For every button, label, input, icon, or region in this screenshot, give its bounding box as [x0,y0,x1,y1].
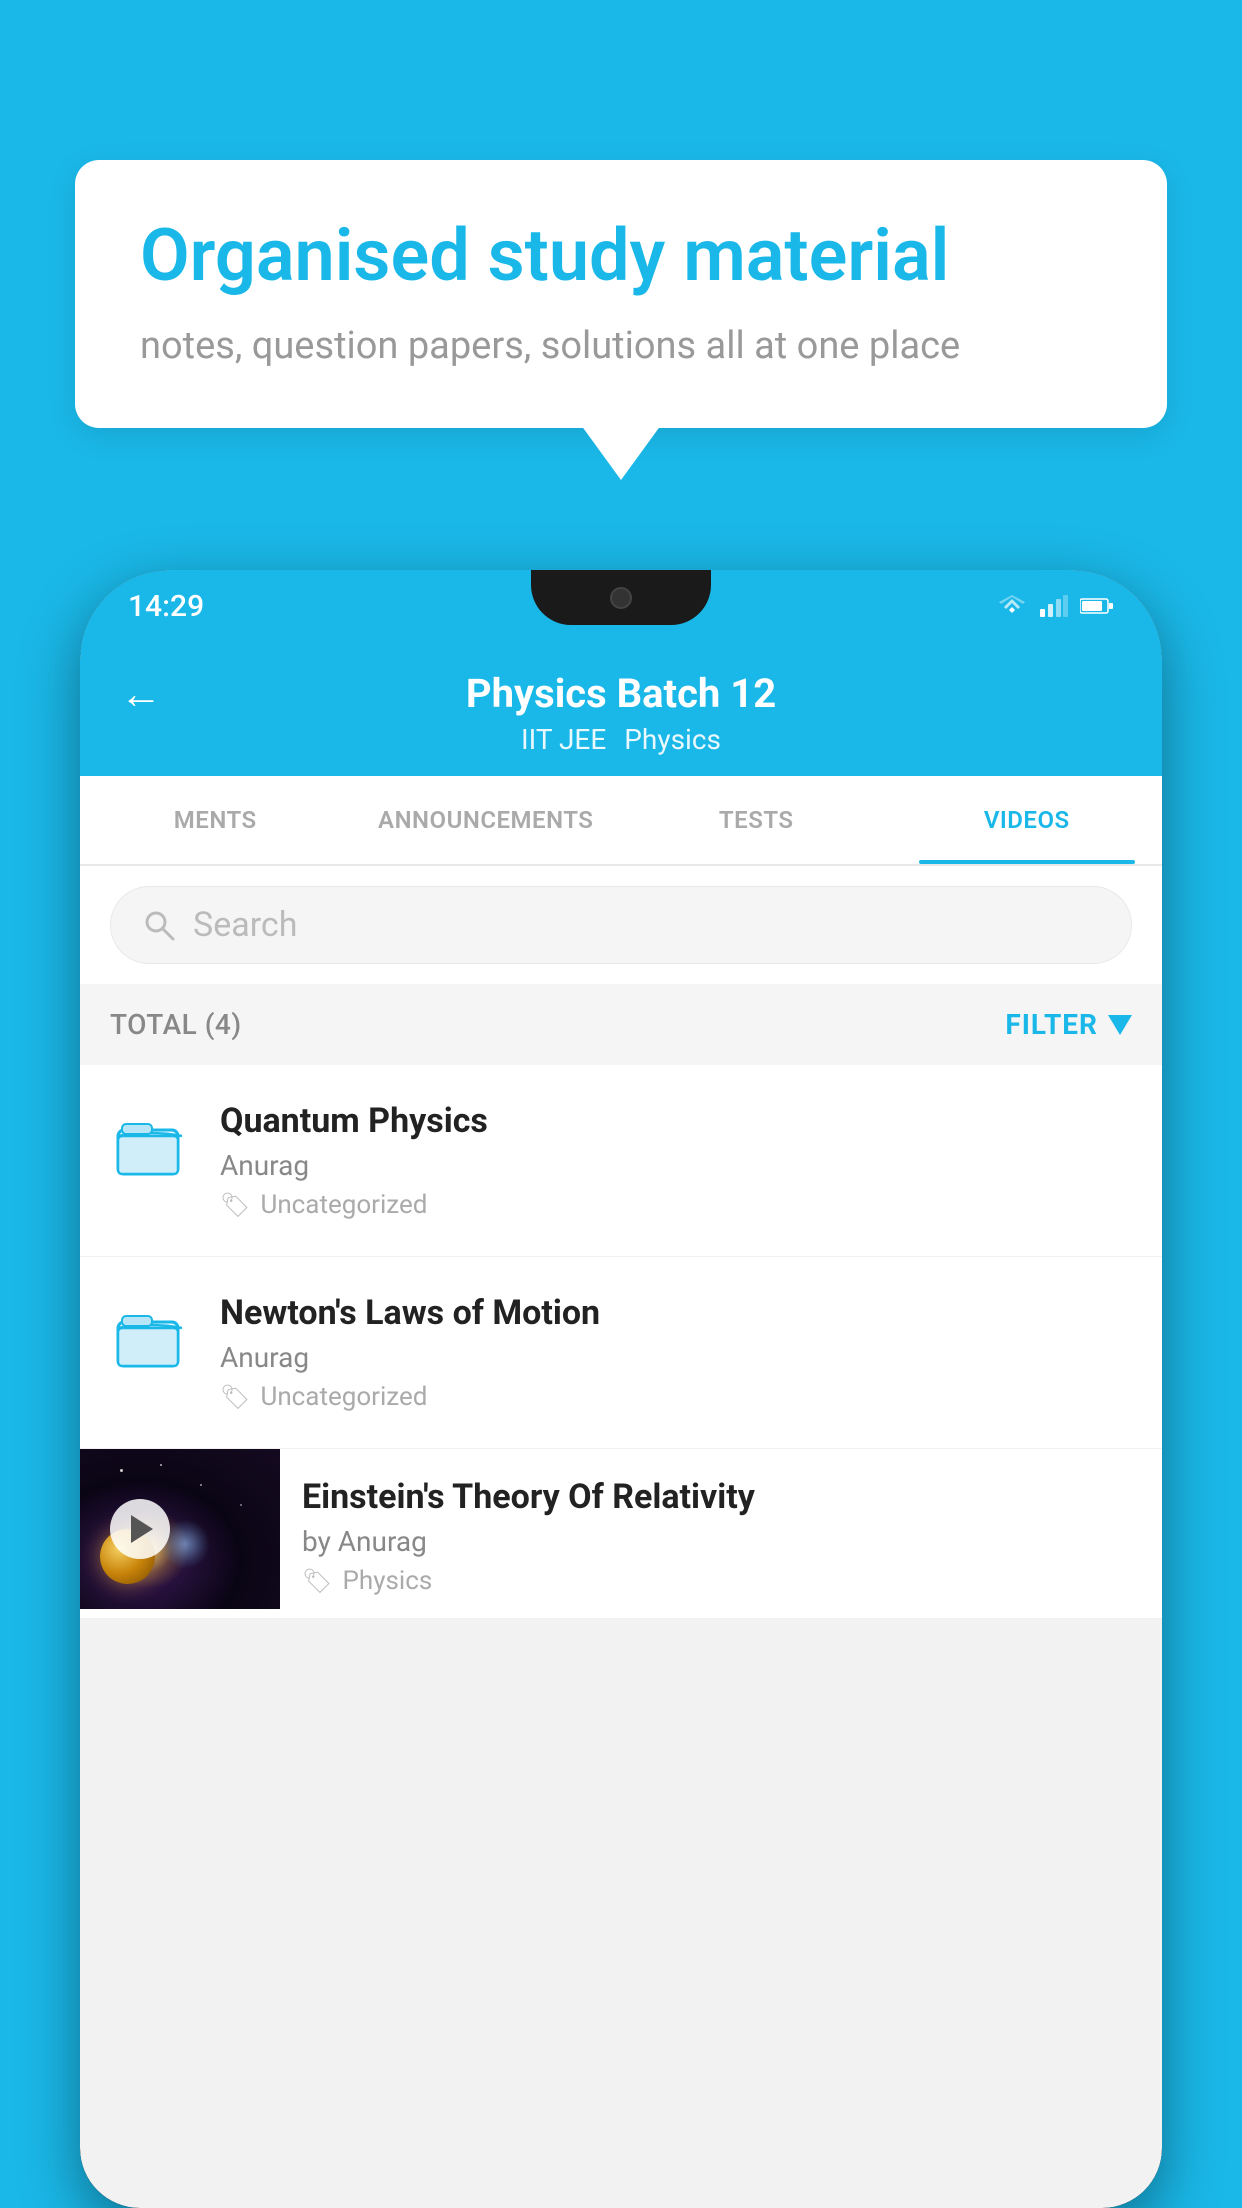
item-author: Anurag [220,1149,1132,1182]
speech-bubble-title: Organised study material [140,215,1102,298]
item-author: by Anurag [302,1525,1140,1558]
item-tag: 🏷 Uncategorized [220,1190,1132,1220]
author-prefix: by [302,1525,331,1558]
folder-icon-container [110,1293,190,1383]
status-icons [996,595,1114,617]
tag-label: Physics [342,1566,432,1596]
tag-icon: 🏷 [220,1191,250,1219]
thumbnail-bg [80,1449,280,1609]
search-bar[interactable]: Search [110,886,1132,964]
status-bar: 14:29 [80,570,1162,642]
tab-ments[interactable]: MENTS [80,776,351,864]
item-title: Newton's Laws of Motion [220,1293,1132,1333]
battery-icon [1080,597,1114,615]
speech-bubble-card: Organised study material notes, question… [75,160,1167,428]
tab-bar: MENTS ANNOUNCEMENTS TESTS VIDEOS [80,776,1162,866]
list-item[interactable]: Newton's Laws of Motion Anurag 🏷 Uncateg… [80,1257,1162,1449]
app-header: ← Physics Batch 12 IIT JEE Physics [80,642,1162,776]
author-name: Anurag [338,1525,427,1558]
item-content: Einstein's Theory Of Relativity by Anura… [280,1449,1162,1618]
front-camera [610,587,632,609]
filter-icon [1108,1015,1132,1035]
signal-icon [1040,595,1068,617]
filter-label: FILTER [1005,1008,1098,1041]
tab-videos[interactable]: VIDEOS [892,776,1163,864]
list-item[interactable]: Einstein's Theory Of Relativity by Anura… [80,1449,1162,1619]
item-author: Anurag [220,1341,1132,1374]
header-subtitle: IIT JEE Physics [521,723,721,756]
tag-icon: 🏷 [220,1383,250,1411]
list-item[interactable]: Quantum Physics Anurag 🏷 Uncategorized [80,1065,1162,1257]
item-tag: 🏷 Physics [302,1566,1140,1596]
filter-button[interactable]: FILTER [1005,1008,1132,1041]
tab-announcements[interactable]: ANNOUNCEMENTS [351,776,622,864]
total-count: TOTAL (4) [110,1008,242,1041]
item-content: Newton's Laws of Motion Anurag 🏷 Uncateg… [220,1293,1132,1412]
item-title: Einstein's Theory Of Relativity [302,1477,1140,1517]
back-button[interactable]: ← [120,670,162,719]
tag-icon: 🏷 [302,1567,332,1595]
item-tag: 🏷 Uncategorized [220,1382,1132,1412]
tag-label: Uncategorized [260,1382,427,1412]
search-placeholder: Search [193,905,297,945]
header-subtitle-subject: Physics [624,723,721,756]
tag-label: Uncategorized [260,1190,427,1220]
header-subtitle-course: IIT JEE [521,723,606,756]
content-list: Quantum Physics Anurag 🏷 Uncategorized [80,1065,1162,1619]
wifi-icon [996,595,1028,617]
folder-icon [114,1112,186,1180]
play-icon [131,1515,153,1543]
phone-screen: 14:29 [80,570,1162,2208]
notch [531,570,711,625]
video-thumbnail [80,1449,280,1609]
item-title: Quantum Physics [220,1101,1132,1141]
status-time: 14:29 [128,589,204,624]
filter-bar: TOTAL (4) FILTER [80,984,1162,1065]
item-content: Quantum Physics Anurag 🏷 Uncategorized [220,1101,1132,1220]
header-title: Physics Batch 12 [466,670,776,717]
search-bar-container: Search [80,866,1162,984]
folder-icon [114,1304,186,1372]
phone-frame: 14:29 [80,570,1162,2208]
tab-tests[interactable]: TESTS [621,776,892,864]
folder-icon-container [110,1101,190,1191]
speech-bubble-subtitle: notes, question papers, solutions all at… [140,320,1102,373]
play-button[interactable] [110,1499,170,1559]
search-icon [141,907,177,943]
